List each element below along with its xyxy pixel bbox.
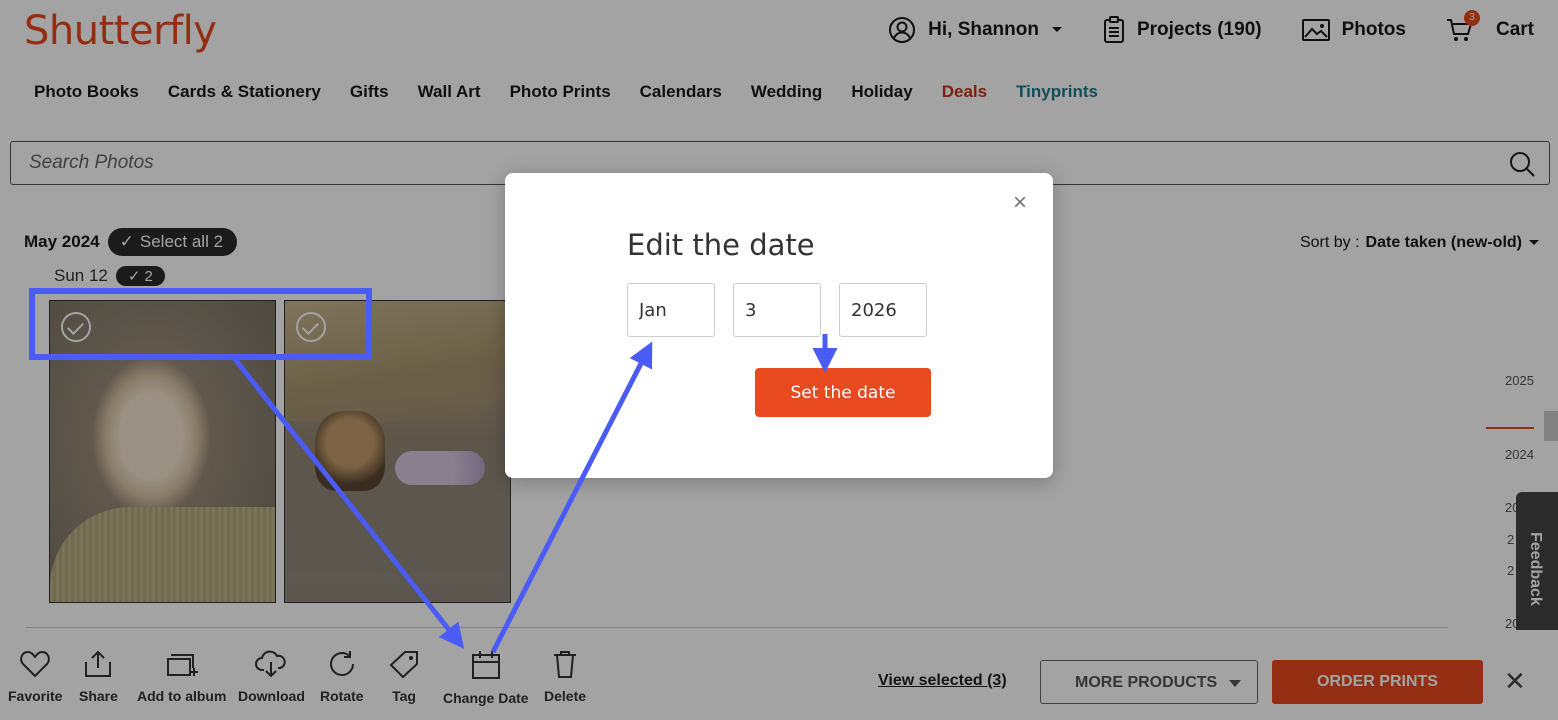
year-field[interactable]	[839, 283, 927, 337]
month-field[interactable]	[627, 283, 715, 337]
set-date-button[interactable]: Set the date	[755, 368, 931, 417]
day-field[interactable]	[733, 283, 821, 337]
close-icon[interactable]: ×	[1013, 191, 1027, 215]
modal-title: Edit the date	[627, 228, 815, 262]
edit-date-modal: × Edit the date Set the date	[505, 173, 1053, 478]
